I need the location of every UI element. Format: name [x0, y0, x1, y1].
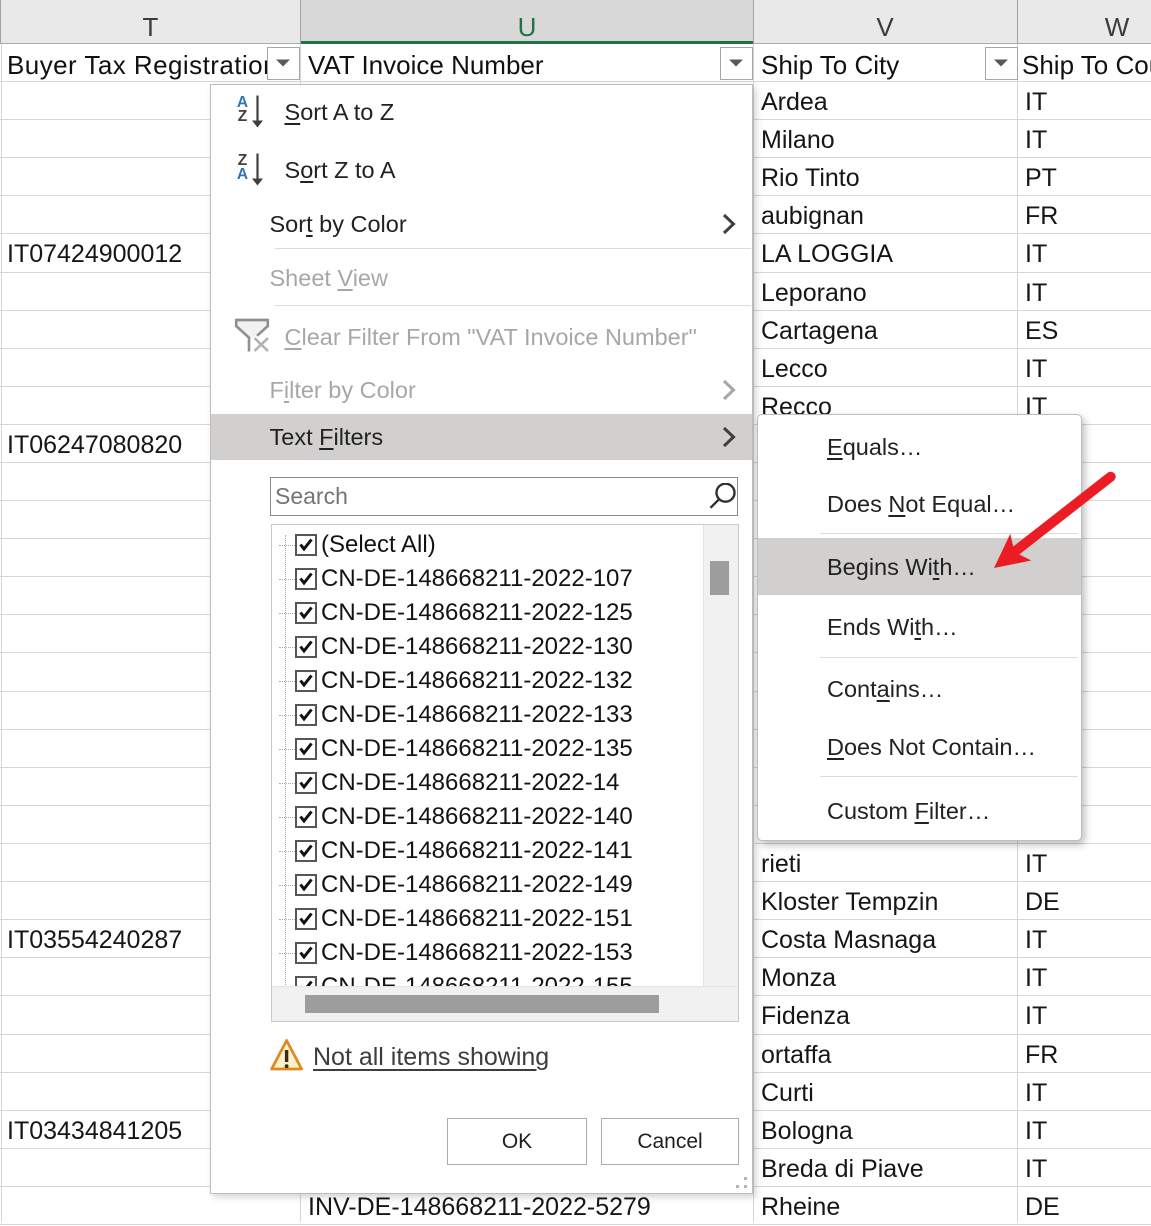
svg-text:Z: Z [238, 108, 248, 125]
svg-text:A: A [237, 166, 248, 183]
